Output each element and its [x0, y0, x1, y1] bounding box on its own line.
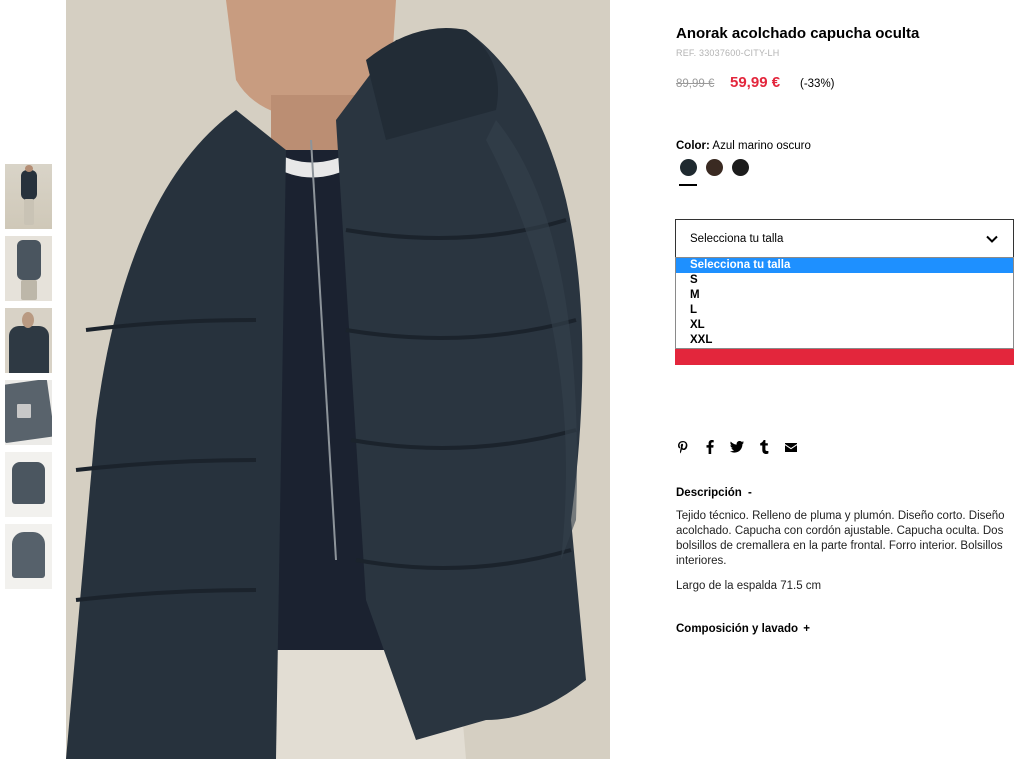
discount-badge: (-33%) — [800, 78, 835, 90]
description-heading[interactable]: Descripción - — [676, 487, 752, 499]
color-swatch-black[interactable] — [732, 159, 749, 176]
email-icon[interactable] — [784, 439, 798, 455]
size-option[interactable]: Selecciona tu talla — [676, 258, 1013, 273]
description-toggle: - — [748, 487, 752, 499]
facebook-icon[interactable] — [703, 439, 717, 455]
thumbnail-gallery — [5, 164, 52, 596]
thumbnail-5[interactable] — [5, 452, 52, 517]
product-reference: REF. 33037600-CITY-LH — [676, 48, 780, 58]
color-label-key: Color: — [676, 140, 710, 152]
composition-title: Composición y lavado — [676, 623, 799, 635]
color-swatch-brown[interactable] — [706, 159, 723, 176]
size-option[interactable]: L — [676, 303, 1013, 318]
color-value: Azul marino oscuro — [712, 140, 811, 152]
chevron-down-icon — [986, 235, 998, 243]
color-label: Color: Azul marino oscuro — [676, 140, 811, 152]
description-title: Descripción — [676, 487, 742, 499]
sale-price: 59,99 € — [730, 74, 781, 91]
thumbnail-1[interactable] — [5, 164, 52, 229]
tumblr-icon[interactable] — [757, 439, 771, 455]
color-swatches — [679, 159, 749, 186]
size-option[interactable]: S — [676, 273, 1013, 288]
color-swatch-navy[interactable] — [679, 159, 697, 186]
main-product-image[interactable] — [66, 0, 610, 759]
thumbnail-6[interactable] — [5, 524, 52, 589]
size-option[interactable]: M — [676, 288, 1013, 303]
thumbnail-3[interactable] — [5, 308, 52, 373]
jacket-photo — [66, 0, 610, 759]
size-option[interactable]: XXL — [676, 333, 1013, 348]
composition-heading[interactable]: Composición y lavado + — [676, 623, 810, 635]
size-select-label: Selecciona tu talla — [690, 233, 784, 245]
composition-toggle: + — [803, 623, 810, 635]
description-text: Tejido técnico. Relleno de pluma y plumó… — [676, 510, 1005, 567]
original-price: 89,99 € — [676, 78, 715, 90]
thumbnail-4[interactable] — [5, 380, 52, 445]
back-length-text: Largo de la espalda 71.5 cm — [676, 580, 822, 592]
thumbnail-2[interactable] — [5, 236, 52, 301]
product-title: Anorak acolchado capucha oculta — [676, 25, 920, 42]
size-select[interactable]: Selecciona tu talla — [675, 219, 1014, 258]
twitter-icon[interactable] — [730, 439, 744, 455]
size-option[interactable]: XL — [676, 318, 1013, 333]
pinterest-icon[interactable] — [676, 439, 690, 455]
share-icons — [676, 439, 798, 455]
size-dropdown: Selecciona tu talla S M L XL XXL — [675, 257, 1014, 349]
